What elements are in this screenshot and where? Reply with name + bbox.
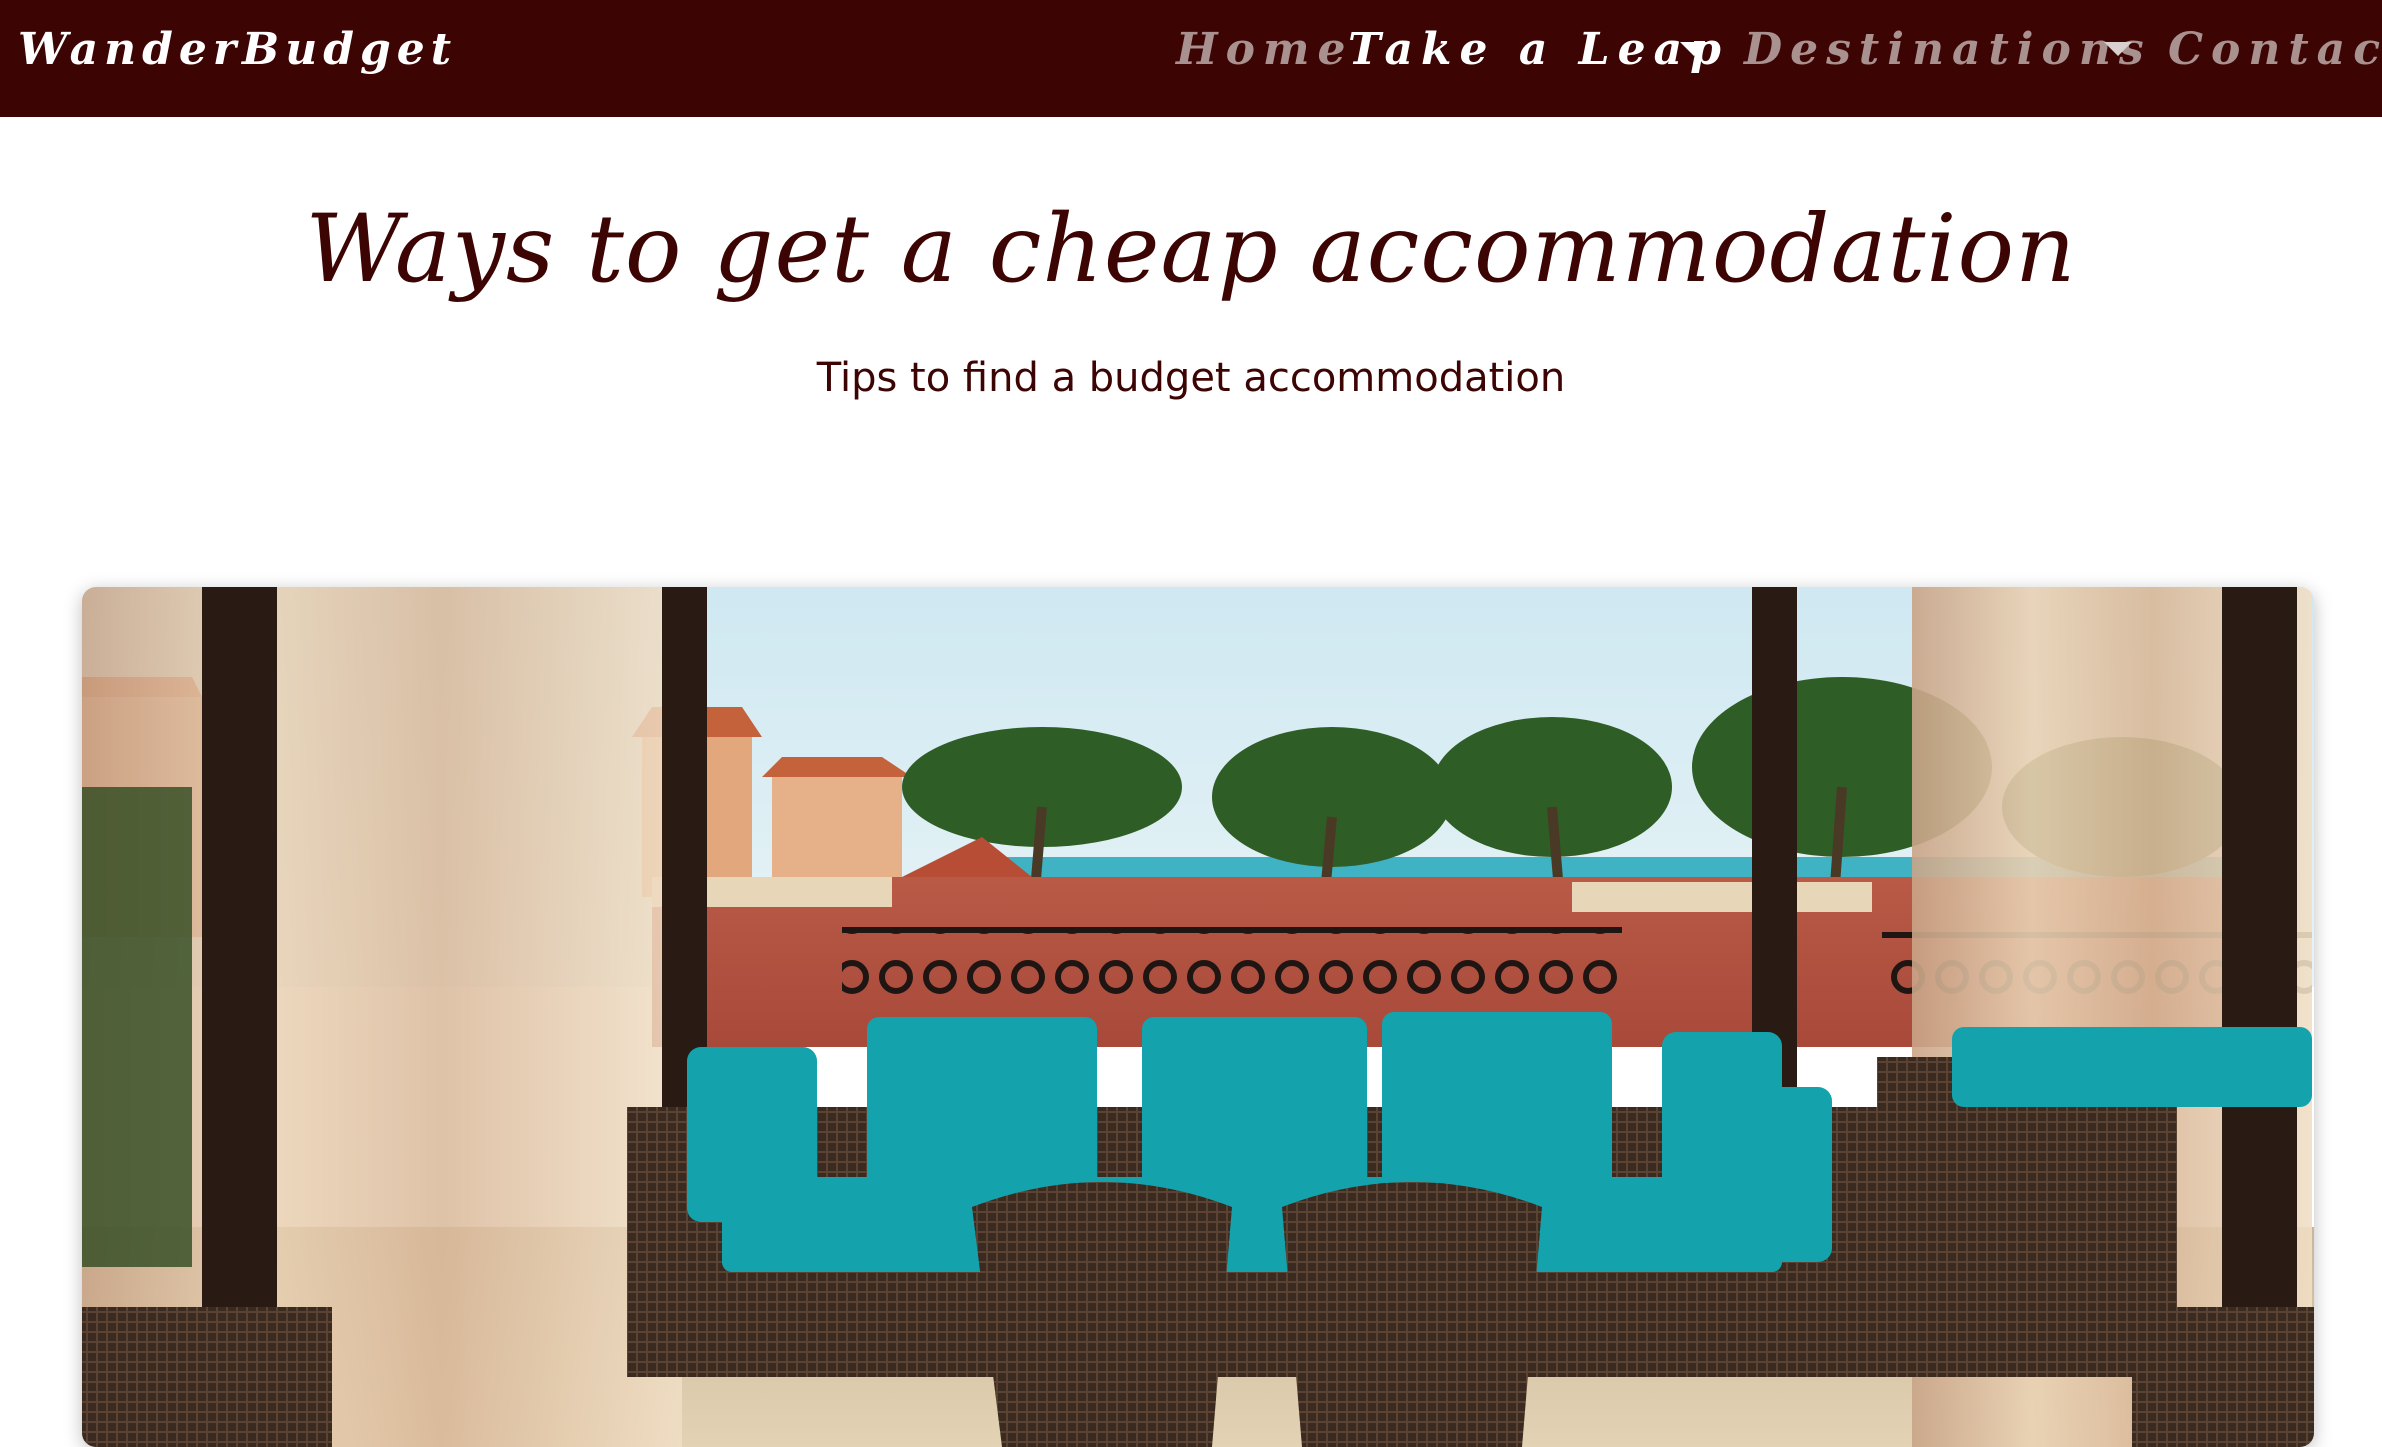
page-title: Ways to get a cheap accommodation: [305, 195, 2077, 304]
hero-image: [82, 587, 2314, 1447]
nav-link-home[interactable]: Home: [1176, 0, 1353, 100]
brand-logo-link[interactable]: WanderBudget: [18, 0, 457, 100]
chevron-down-icon[interactable]: [1680, 42, 1708, 56]
nav-link-take-a-leap[interactable]: Take a Leap: [1348, 0, 1729, 100]
nav-link-contact[interactable]: Contact: [2168, 0, 2382, 100]
top-navbar: WanderBudget Home Take a Leap Destinatio…: [0, 0, 2382, 117]
nav-link-destinations[interactable]: Destinations: [1744, 0, 2152, 100]
chevron-down-icon[interactable]: [2104, 42, 2132, 56]
page-subtitle: Tips to find a budget accommodation: [816, 355, 1566, 401]
